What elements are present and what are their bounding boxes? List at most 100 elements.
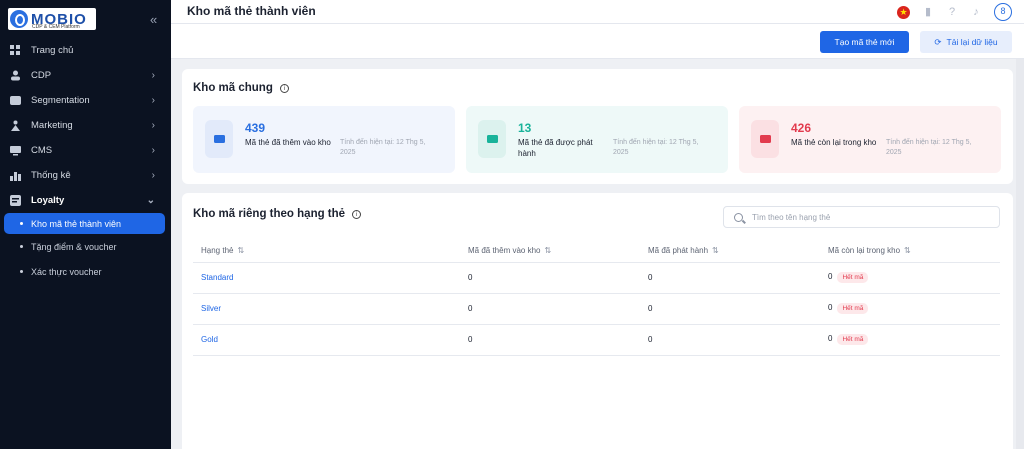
bullet-icon bbox=[20, 222, 23, 225]
table-row: Silver 0 0 0 Hết mã bbox=[193, 293, 1000, 325]
bullet-icon bbox=[20, 270, 23, 273]
column-header[interactable]: Mã đã thêm vào kho ⇅ bbox=[460, 239, 640, 263]
table-row: Standard 0 0 0 Hết mã bbox=[193, 262, 1000, 294]
loyalty-icon bbox=[10, 195, 21, 206]
issued-count: 0 bbox=[640, 324, 820, 356]
logo-icon bbox=[10, 10, 28, 28]
stat-card-added: 439 Mã thẻ đã thêm vào kho Tính đến hiện… bbox=[193, 106, 455, 173]
stat-label: Mã thẻ đã được phát hành bbox=[518, 138, 593, 158]
sidebar-nav: Trang chủ CDP › Segmentation › Marketing… bbox=[0, 38, 171, 284]
table-row: Gold 0 0 0 Hết mã bbox=[193, 324, 1000, 356]
stat-card-issued: 13 Mã thẻ đã được phát hành Tính đến hiệ… bbox=[466, 106, 728, 173]
sort-icon: ⇅ bbox=[544, 245, 552, 255]
added-count: 0 bbox=[460, 324, 640, 356]
info-icon[interactable]: i bbox=[279, 83, 289, 93]
out-of-stock-badge: Hết mã bbox=[837, 334, 869, 345]
issued-count: 0 bbox=[640, 262, 820, 294]
create-card-code-button[interactable]: Tạo mã thẻ mới bbox=[820, 31, 909, 53]
bell-icon[interactable]: ♪ bbox=[970, 6, 982, 18]
remaining-count: 0 bbox=[828, 334, 833, 343]
sort-icon: ⇅ bbox=[712, 245, 719, 255]
common-store-title: Kho mã chung bbox=[193, 82, 273, 94]
sidebar-item-marketing[interactable]: Marketing › bbox=[0, 113, 171, 138]
reload-data-label: Tải lại dữ liệu bbox=[946, 37, 998, 47]
table-header-row: Hạng thẻ ⇅ Mã đã thêm vào kho ⇅ Mã đã phát… bbox=[193, 239, 1000, 263]
refresh-icon: ⟳ bbox=[934, 36, 942, 47]
segment-icon bbox=[10, 96, 21, 105]
tier-name-link[interactable]: Gold bbox=[193, 324, 460, 356]
tier-name-link[interactable]: Standard bbox=[193, 262, 460, 294]
search-icon bbox=[734, 212, 743, 222]
sidebar-item-label: Loyalty bbox=[31, 195, 65, 206]
user-icon bbox=[11, 70, 20, 81]
private-store-title: Kho mã riêng theo hạng thẻ bbox=[193, 208, 346, 220]
sidebar-item-statistics[interactable]: Thống kê › bbox=[0, 163, 171, 188]
cms-icon bbox=[10, 146, 21, 156]
sidebar-subitem-label: Kho mã thẻ thành viên bbox=[31, 218, 122, 229]
vn-flag-icon[interactable]: ★ bbox=[897, 5, 910, 19]
page-scrollbar[interactable] bbox=[1016, 59, 1024, 449]
chevron-right-icon: › bbox=[151, 120, 155, 131]
tier-table: Hạng thẻ ⇅ Mã đã thêm vào kho ⇅ Mã đã phát… bbox=[193, 239, 1000, 356]
search-box[interactable] bbox=[723, 206, 1000, 228]
chevron-right-icon: › bbox=[151, 145, 155, 156]
stat-card-remaining: 426 Mã thẻ còn lại trong kho Tính đến hi… bbox=[739, 106, 1001, 173]
sidebar-item-loyalty[interactable]: Loyalty ⌄ bbox=[0, 188, 171, 213]
chevron-right-icon: › bbox=[151, 70, 155, 81]
common-store-card: Kho mã chung i 439 Mã thẻ đã thêm vào kh… bbox=[182, 69, 1013, 184]
column-header[interactable]: Mã còn lại trong kho ⇅ bbox=[820, 239, 1000, 263]
sort-icon: ⇅ bbox=[904, 245, 911, 255]
sidebar-item-home[interactable]: Trang chủ bbox=[0, 38, 171, 63]
sidebar-item-cdp[interactable]: CDP › bbox=[0, 63, 171, 88]
remaining-cell: 0 Hết mã bbox=[820, 262, 1000, 294]
sort-icon: ⇅ bbox=[237, 245, 245, 255]
sidebar-subitem-card-code-store[interactable]: Kho mã thẻ thành viên bbox=[4, 213, 165, 234]
card-icon-wrap bbox=[751, 120, 779, 158]
id-card-icon bbox=[486, 135, 498, 143]
action-bar: Tạo mã thẻ mới ⟳ Tải lại dữ liệu bbox=[171, 24, 1024, 59]
collapse-sidebar-icon[interactable]: « bbox=[150, 12, 157, 27]
tier-name-link[interactable]: Silver bbox=[193, 293, 460, 325]
column-header[interactable]: Mã đã phát hành ⇅ bbox=[640, 239, 820, 263]
added-count: 0 bbox=[460, 293, 640, 325]
help-icon[interactable]: ? bbox=[946, 6, 958, 18]
stat-value: 426 bbox=[791, 121, 812, 135]
stat-updated: Tính đến hiện tại: 12 Thg 5, 2025 bbox=[886, 139, 972, 156]
sidebar-item-label: Marketing bbox=[31, 120, 73, 131]
private-store-card: Kho mã riêng theo hạng thẻ i Hạng thẻ⇅ M… bbox=[182, 193, 1013, 449]
sidebar-item-label: CDP bbox=[31, 70, 52, 81]
sidebar-item-cms[interactable]: CMS › bbox=[0, 138, 171, 163]
column-header[interactable]: Hạng thẻ ⇅ bbox=[193, 239, 460, 263]
card-icon-wrap bbox=[205, 120, 233, 158]
search-input[interactable] bbox=[752, 212, 982, 222]
sidebar-item-label: Segmentation bbox=[31, 95, 90, 106]
sidebar-item-label: Trang chủ bbox=[31, 45, 74, 56]
top-bar-icons: ★ ▮ ? ♪ 8 bbox=[897, 3, 1012, 21]
id-card-icon bbox=[213, 135, 225, 143]
stat-value: 439 bbox=[245, 121, 266, 135]
card-icon-wrap bbox=[478, 120, 506, 158]
bullet-icon bbox=[20, 245, 23, 248]
added-count: 0 bbox=[460, 262, 640, 294]
section-title: Kho mã riêng theo hạng thẻ i bbox=[193, 208, 362, 220]
id-card-icon bbox=[759, 135, 771, 143]
sidebar-item-label: Thống kê bbox=[31, 170, 71, 181]
sidebar-item-segmentation[interactable]: Segmentation › bbox=[0, 88, 171, 113]
page-title: Kho mã thẻ thành viên bbox=[187, 4, 316, 18]
book-icon[interactable]: ▮ bbox=[922, 6, 934, 18]
logo-subtitle: CDP & CEM Platform bbox=[32, 24, 80, 30]
avatar-icon[interactable]: 8 bbox=[994, 3, 1012, 21]
remaining-cell: 0 Hết mã bbox=[820, 293, 1000, 325]
marketing-icon bbox=[11, 120, 20, 131]
sidebar-subitem-gift-points[interactable]: Tặng điểm & voucher bbox=[0, 234, 171, 259]
sidebar: MOBIO CDP & CEM Platform « Trang chủ CDP… bbox=[0, 0, 171, 449]
chevron-right-icon: › bbox=[151, 170, 155, 181]
stat-value: 13 bbox=[518, 121, 532, 135]
sidebar-subitem-verify-voucher[interactable]: Xác thực voucher bbox=[0, 259, 171, 284]
reload-data-button[interactable]: ⟳ Tải lại dữ liệu bbox=[920, 31, 1012, 53]
mobio-logo[interactable]: MOBIO CDP & CEM Platform bbox=[8, 8, 96, 30]
remaining-count: 0 bbox=[828, 272, 833, 281]
info-icon[interactable]: i bbox=[352, 209, 362, 219]
chevron-down-icon: ⌄ bbox=[146, 195, 155, 206]
chevron-right-icon: › bbox=[151, 95, 155, 106]
